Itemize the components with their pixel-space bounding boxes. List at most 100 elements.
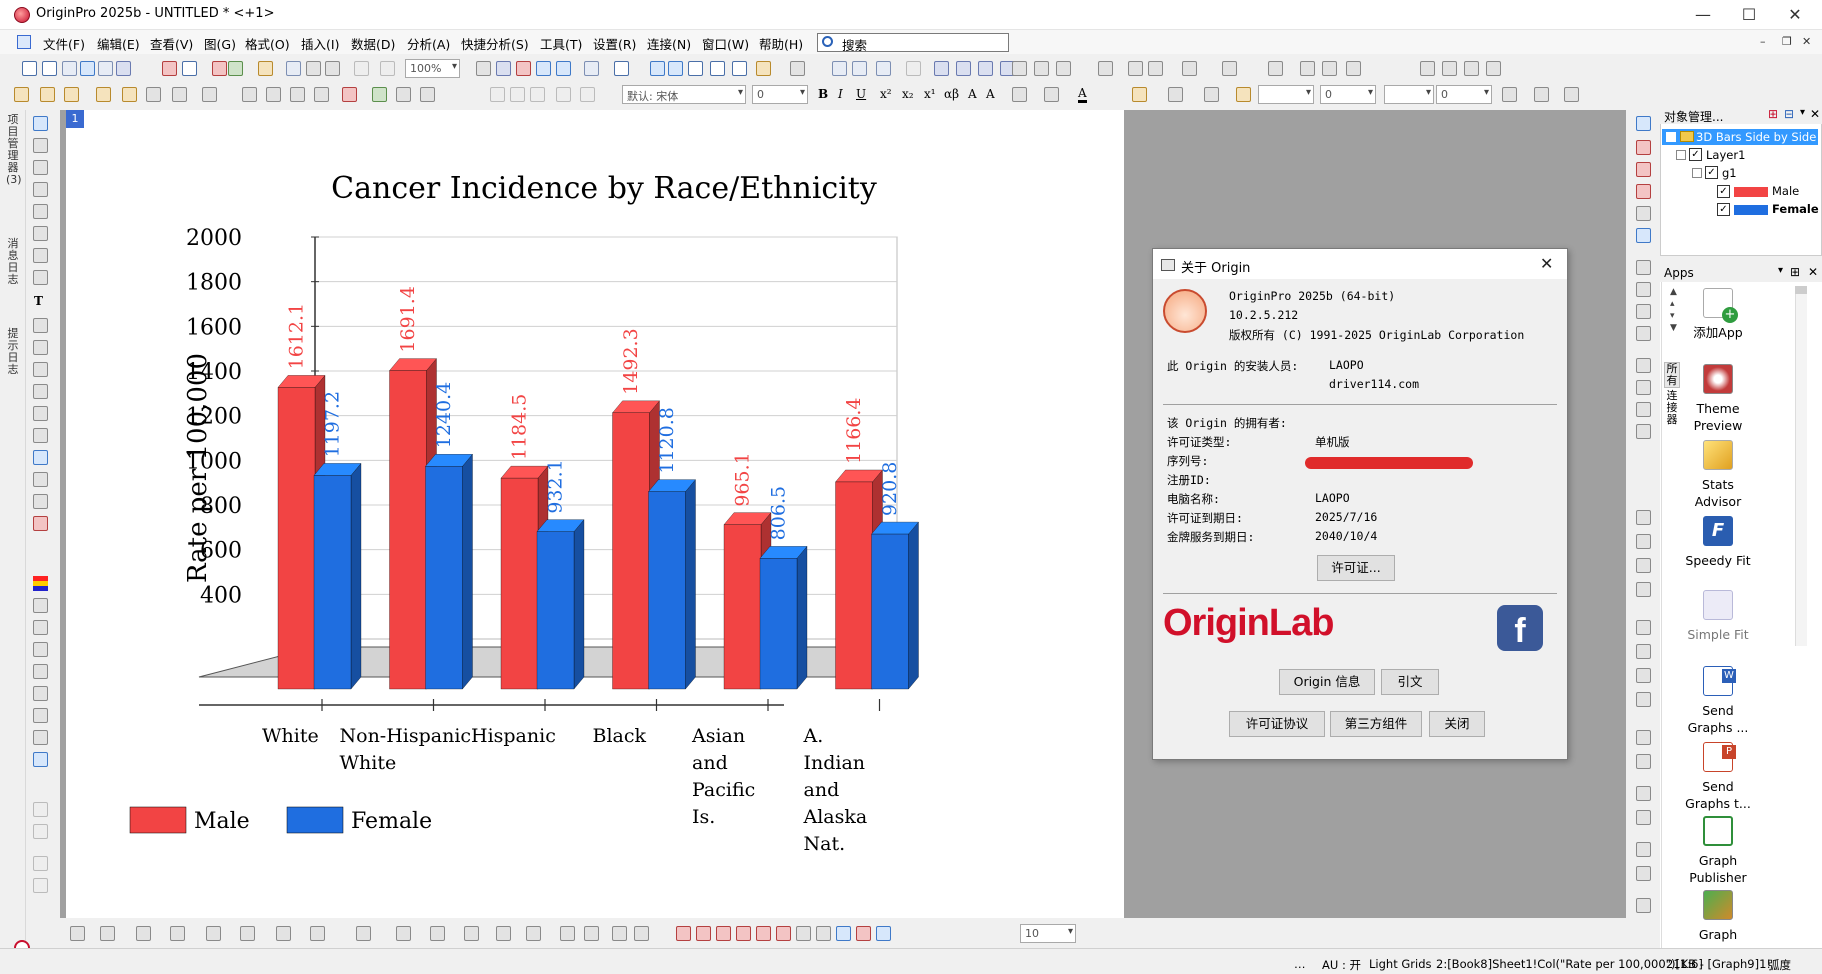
font-name-select[interactable]: 默认: 宋体 [622,85,746,104]
data-selector-icon[interactable] [33,248,48,263]
send-graphs-ppt-label-2[interactable]: Graphs t... [1673,795,1763,812]
move-icon[interactable] [40,87,55,102]
save-icon[interactable] [306,61,321,76]
results-log-icon[interactable] [688,61,703,76]
maximize-button[interactable]: ☐ [1726,0,1772,30]
swap-icon[interactable] [64,87,79,102]
stats-advisor-label-2[interactable]: Advisor [1673,493,1763,510]
script-window-icon[interactable] [710,61,725,76]
graph-app-icon[interactable] [1703,890,1733,920]
bar-chart-icon[interactable] [956,61,971,76]
matrix-plot-icon[interactable] [496,926,511,941]
3d-rotate-icon-1[interactable] [676,926,691,941]
add-layer-icon[interactable] [96,87,111,102]
axis-icon[interactable] [1268,61,1283,76]
region-mask-icon[interactable] [33,406,48,421]
graph-publisher-label-2[interactable]: Publisher [1673,869,1763,886]
subscript-button[interactable]: x₂ [902,87,914,101]
align-tool-icon-8[interactable] [1636,692,1651,707]
status-active-cells[interactable]: 2:[Book8]Sheet1!Col("Rate per 100,000")[… [1436,957,1703,971]
3d-rotate-icon-5[interactable] [756,926,771,941]
close-window-button[interactable]: ✕ [1772,0,1818,30]
statistics-icon[interactable] [906,61,921,76]
status-size[interactable]: 21KB - [Graph9]1! [1666,957,1771,971]
cite-button[interactable]: 引文 [1381,669,1439,695]
layer-checkbox[interactable]: ✓ [1689,148,1702,161]
layout-tool-icon-2[interactable] [1636,282,1651,297]
graph-tool-icon-6[interactable] [1636,228,1651,243]
rotation-step-select[interactable]: 10 [1020,924,1076,943]
theme-preview-icon[interactable] [1703,364,1733,394]
screen-reader-icon[interactable] [33,182,48,197]
statistics-plot-icon[interactable] [276,926,291,941]
tree-collapse-icon[interactable] [1666,132,1676,142]
table-icon[interactable] [1564,87,1579,102]
color-scale-icon[interactable] [33,576,48,591]
layer-icon-3[interactable] [33,642,48,657]
rotate-icon[interactable] [396,87,411,102]
repeat-icon[interactable] [580,87,595,102]
apps-close-icon[interactable]: ✕ [1808,265,1818,279]
align-tool-icon-14[interactable] [1636,866,1651,881]
new-project-icon[interactable] [22,61,37,76]
zoom-select[interactable]: 100% [405,59,460,78]
table-tool-icon[interactable] [33,730,48,745]
3d-rotate-icon-11[interactable] [876,926,891,941]
simple-fit-icon[interactable] [1703,590,1733,620]
3d-rotate-icon-10[interactable] [856,926,871,941]
mdi-minimize-button[interactable]: – [1760,35,1766,48]
arrange-icon[interactable] [14,87,29,102]
align-tool-icon-3[interactable] [1636,558,1651,573]
pattern-icon[interactable] [1168,87,1183,102]
align-tool-icon-6[interactable] [1636,644,1651,659]
add-plot-icon[interactable] [372,87,387,102]
project-explorer-icon[interactable] [584,61,599,76]
mask-icon[interactable] [560,926,575,941]
filter-clear-icon[interactable] [1034,61,1049,76]
set-column-icon[interactable] [852,61,867,76]
x-axis-icon[interactable] [1300,61,1315,76]
menu-quick-analysis[interactable]: 快捷分析(S) [461,34,529,53]
first-icon[interactable] [1420,61,1435,76]
tree-layer1[interactable]: Layer1 [1706,148,1745,162]
pattern-select[interactable] [1384,85,1434,104]
graph-tool-icon-3[interactable] [1636,162,1651,177]
send-graphs-ppt-label-1[interactable]: Send [1673,778,1763,795]
graph-app-label[interactable]: Graph [1673,926,1763,943]
pan-tool-icon[interactable] [33,428,48,443]
insert-table-icon[interactable] [33,494,48,509]
align-tool-icon-10[interactable] [1636,754,1651,769]
tree-g1[interactable]: g1 [1722,166,1737,180]
fill-color-icon[interactable] [1132,87,1147,102]
align-text-icon[interactable] [1012,87,1027,102]
speedy-fit-icon[interactable]: F [1703,516,1733,546]
status-angle-unit[interactable]: 弧度 [1768,957,1791,973]
layout-tool-icon-8[interactable] [1636,424,1651,439]
print-icon[interactable] [476,61,491,76]
mask-clear-icon[interactable] [584,926,599,941]
box-chart-icon[interactable] [978,61,993,76]
menu-tools[interactable]: 工具(T) [540,34,582,53]
rescale-icon[interactable] [266,87,281,102]
menu-settings[interactable]: 设置(R) [593,34,636,53]
column-stats-icon[interactable] [934,61,949,76]
line-tool-icon[interactable] [33,362,48,377]
zoom-tool-icon[interactable] [33,138,48,153]
gradient-icon[interactable] [1502,87,1517,102]
license-agreement-button[interactable]: 许可证协议 [1229,711,1325,737]
line-style-select[interactable] [1258,85,1314,104]
group-checkbox[interactable]: ✓ [1705,166,1718,179]
add-column-icon[interactable] [790,61,805,76]
menu-graph[interactable]: 图(G) [204,34,236,53]
simple-fit-label[interactable]: Simple Fit [1673,626,1763,643]
symbol-size-select[interactable]: 0 [1436,85,1492,104]
greek-button[interactable]: αβ [944,87,959,101]
add-app-label[interactable]: 添加App [1673,324,1763,341]
menu-help[interactable]: 帮助(H) [759,34,803,53]
redo-icon[interactable] [556,87,571,102]
menu-window[interactable]: 窗口(W) [702,34,749,53]
layout-tool-icon-5[interactable] [1636,358,1651,373]
highlight-icon[interactable] [1236,87,1251,102]
layer-icon-5[interactable] [33,686,48,701]
dialog-close-icon[interactable]: ✕ [1540,254,1553,273]
